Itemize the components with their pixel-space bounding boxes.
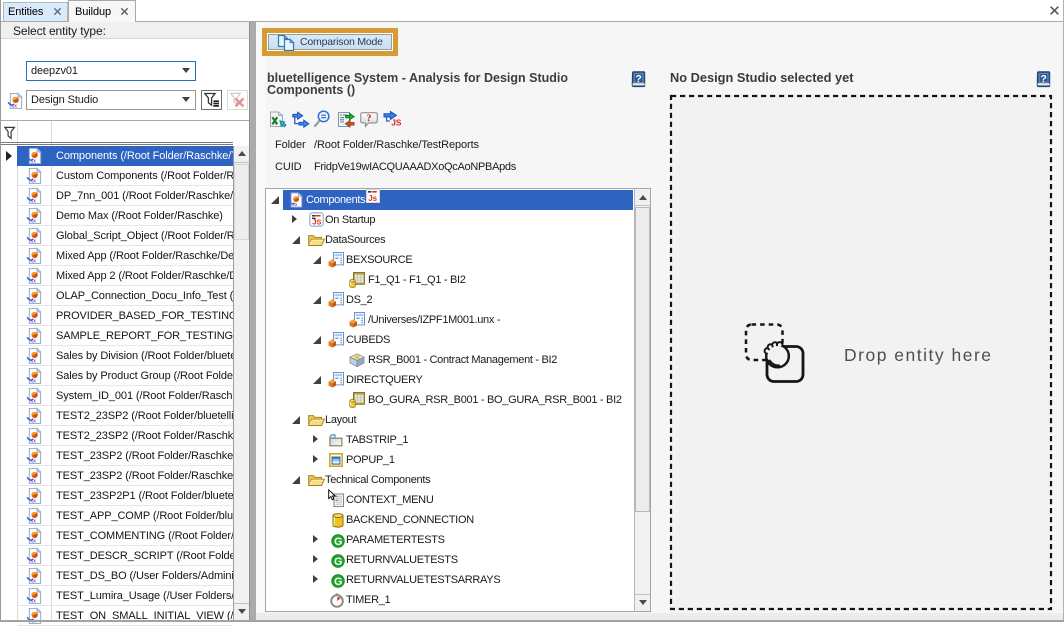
svg-text:xx: xx [30, 159, 36, 165]
svg-text:xx: xx [30, 259, 36, 265]
svg-text:JS: JS [312, 218, 321, 227]
svg-text:G: G [334, 536, 342, 548]
svg-text:xx: xx [30, 559, 36, 565]
svg-text:xx: xx [30, 499, 36, 505]
svg-text:xx: xx [30, 379, 36, 385]
svg-text:xx: xx [30, 359, 36, 365]
svg-text:xx: xx [30, 319, 36, 325]
svg-text:?: ? [1040, 73, 1046, 85]
svg-text:xx: xx [30, 479, 36, 485]
svg-text:xx: xx [30, 419, 36, 425]
svg-text:xx: xx [11, 104, 17, 110]
svg-text:xx: xx [30, 579, 36, 585]
svg-text:xx: xx [30, 199, 36, 205]
svg-text:xx: xx [30, 219, 36, 225]
svg-text:xx: xx [30, 459, 36, 465]
svg-text:xx: xx [30, 279, 36, 285]
svg-text:JS: JS [391, 118, 402, 127]
svg-text:xx: xx [30, 179, 36, 185]
svg-text:xx: xx [30, 339, 36, 345]
svg-text:xx: xx [292, 203, 298, 208]
svg-text:Js: Js [368, 194, 377, 203]
svg-text:xx: xx [30, 539, 36, 545]
svg-text:?: ? [367, 114, 372, 124]
svg-text:xx: xx [30, 599, 36, 605]
svg-text:xx: xx [30, 399, 36, 405]
svg-text:xx: xx [30, 239, 36, 245]
svg-text:xx: xx [30, 439, 36, 445]
svg-text:?: ? [635, 73, 641, 85]
svg-text:G: G [334, 556, 342, 568]
svg-text:xx: xx [30, 519, 36, 525]
svg-text:xx: xx [30, 299, 36, 305]
svg-text:G: G [334, 576, 342, 588]
